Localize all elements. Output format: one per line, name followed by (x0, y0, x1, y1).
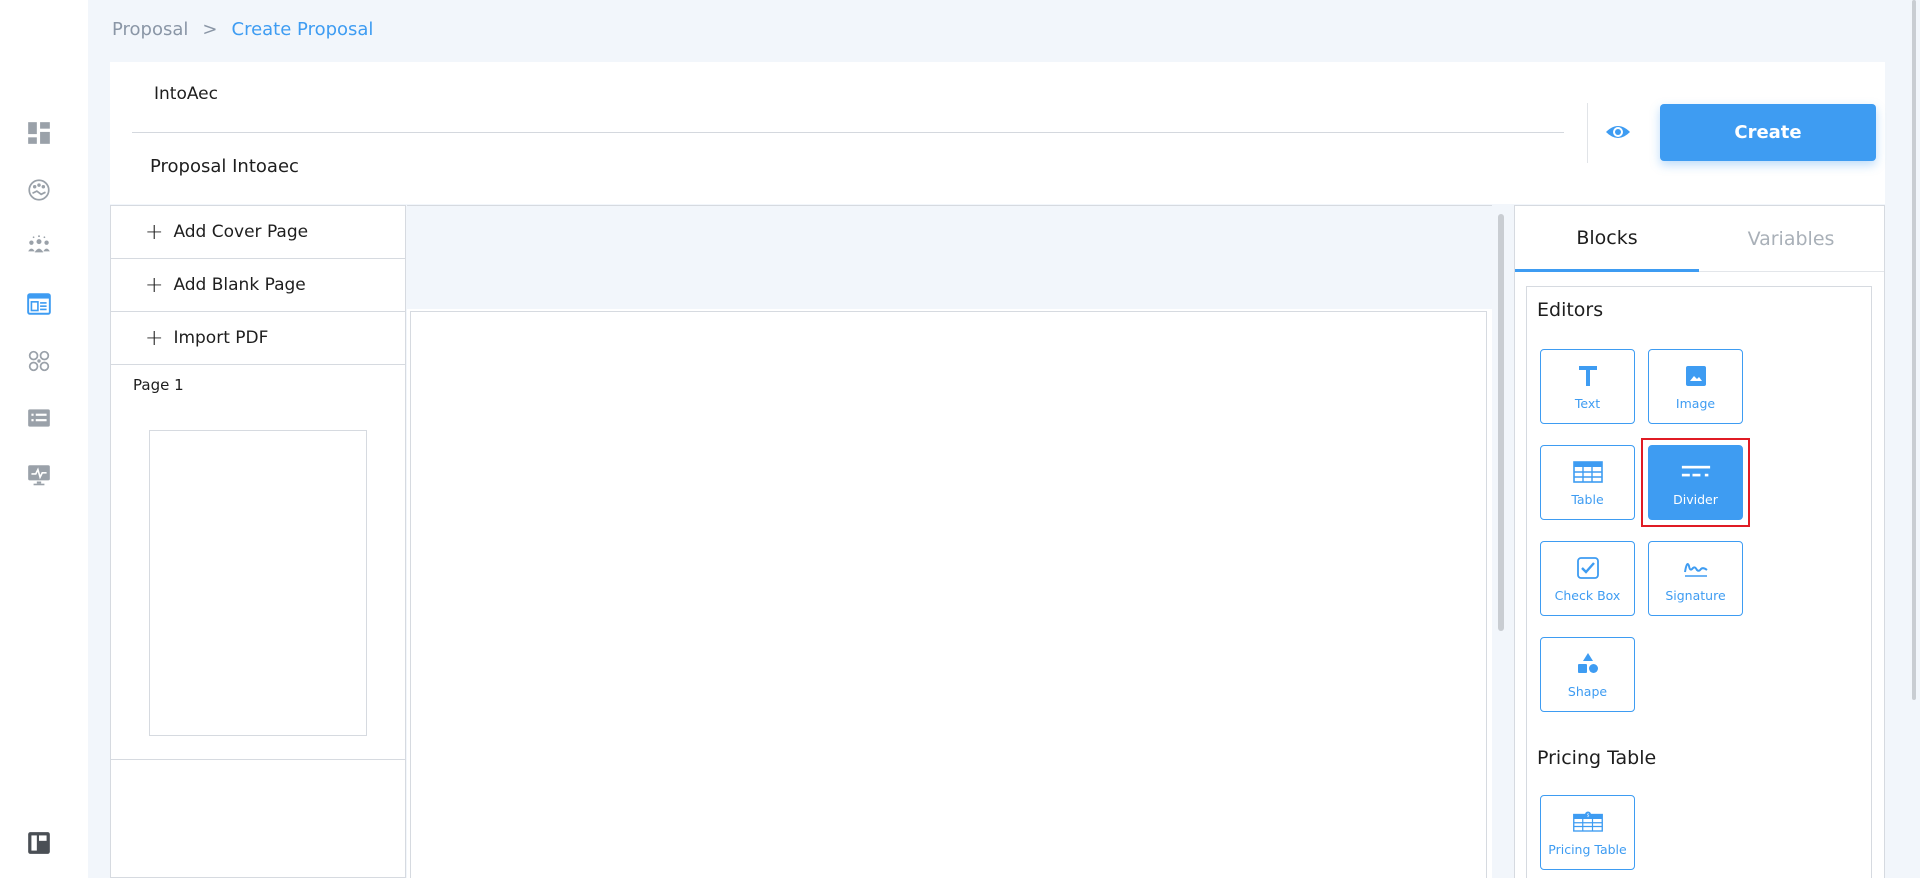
checkbox-icon (1573, 554, 1603, 582)
import-pdf-label: Import PDF (173, 328, 269, 348)
tab-variables[interactable]: Variables (1699, 206, 1883, 272)
pages-divider (111, 759, 405, 760)
shape-icon (1573, 650, 1603, 678)
proposal-header: IntoAec Proposal Intoaec Create (110, 62, 1885, 204)
blocks-list: Editors Text Image Table Divider Check B… (1526, 286, 1872, 878)
table-icon (1572, 458, 1603, 486)
table-block-label: Table (1571, 492, 1604, 507)
header-divider (1587, 103, 1588, 163)
text-icon (1573, 362, 1603, 390)
shape-block-label: Shape (1567, 684, 1608, 699)
image-block-label: Image (1675, 396, 1716, 411)
canvas-scrollbar[interactable] (1498, 214, 1504, 631)
import-pdf-button[interactable]: + Import PDF (111, 312, 405, 365)
pricing-table-icon: $ (1572, 808, 1603, 836)
breadcrumb-proposal-link[interactable]: Proposal (112, 19, 188, 40)
page-label: Page 1 (133, 376, 184, 394)
add-cover-page-label: Add Cover Page (173, 222, 309, 242)
chevron-right-icon: > (202, 19, 218, 40)
blocks-panel: Blocks Variables Editors Text Image Tabl… (1514, 205, 1885, 878)
table-block[interactable]: Table (1540, 445, 1635, 520)
pricing-table-block[interactable]: $ Pricing Table (1540, 795, 1635, 870)
field-divider (132, 132, 1564, 133)
image-icon (1681, 362, 1711, 390)
pricing-table-title: Pricing Table (1537, 747, 1657, 769)
tab-blocks[interactable]: Blocks (1515, 206, 1699, 272)
pages-panel: + Add Cover Page + Add Blank Page + Impo… (110, 205, 406, 878)
add-cover-page-button[interactable]: + Add Cover Page (111, 206, 405, 259)
breadcrumb: Proposal > Create Proposal (112, 19, 373, 40)
canvas-header-area (407, 205, 1492, 309)
breadcrumb-current: Create Proposal (231, 19, 374, 40)
plus-icon: + (145, 272, 164, 298)
create-button[interactable]: Create (1660, 104, 1876, 161)
dashboard-icon[interactable] (24, 118, 54, 148)
svg-text:$: $ (1586, 812, 1589, 818)
page-scrollbar[interactable] (1912, 0, 1916, 700)
proposal-name-field[interactable]: Proposal Intoaec (150, 156, 299, 177)
signature-icon (1681, 554, 1711, 582)
pricing-table-block-label: Pricing Table (1548, 842, 1627, 857)
modules-icon[interactable] (24, 346, 54, 376)
list-icon[interactable] (24, 403, 54, 433)
plus-icon: + (145, 325, 164, 351)
monitor-icon[interactable] (24, 460, 54, 490)
left-nav-rail (0, 0, 88, 878)
team-icon[interactable] (24, 232, 54, 262)
signature-block-label: Signature (1665, 588, 1726, 603)
handshake-icon[interactable] (24, 175, 54, 205)
text-block[interactable]: Text (1540, 349, 1635, 424)
shape-block[interactable]: Shape (1540, 637, 1635, 712)
add-blank-page-button[interactable]: + Add Blank Page (111, 259, 405, 312)
layout-icon[interactable] (24, 828, 54, 858)
add-blank-page-label: Add Blank Page (173, 275, 306, 295)
selection-highlight (1641, 438, 1750, 527)
panel-tabs: Blocks Variables (1515, 206, 1884, 272)
company-field[interactable]: IntoAec (154, 84, 218, 104)
image-block[interactable]: Image (1648, 349, 1743, 424)
preview-eye-icon[interactable] (1604, 120, 1632, 144)
page-thumbnail[interactable] (149, 430, 367, 736)
plus-icon: + (145, 219, 164, 245)
text-block-label: Text (1574, 396, 1601, 411)
checkbox-block-label: Check Box (1554, 588, 1621, 603)
editors-title: Editors (1537, 299, 1604, 321)
signature-block[interactable]: Signature (1648, 541, 1743, 616)
checkbox-block[interactable]: Check Box (1540, 541, 1635, 616)
document-canvas[interactable] (410, 311, 1487, 878)
proposal-icon[interactable] (24, 289, 54, 319)
